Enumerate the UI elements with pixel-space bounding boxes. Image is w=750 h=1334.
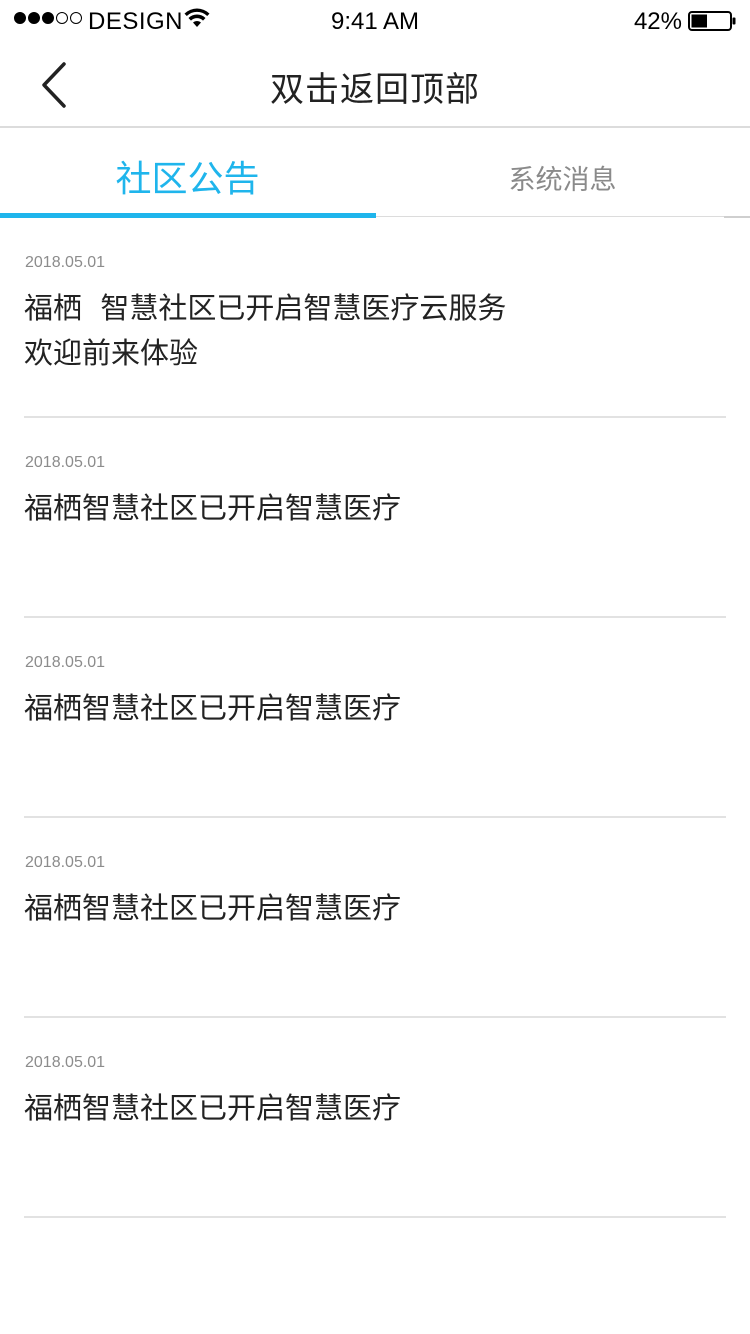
list-item[interactable]: 2018.05.01 福栖智慧社区已开启智慧医疗: [24, 1018, 726, 1218]
nav-bar: 双击返回顶部: [0, 40, 750, 127]
tab-bar-divider: [376, 216, 750, 217]
status-bar: DESIGN 9:41 AM 42%: [0, 0, 750, 40]
list-item[interactable]: 2018.05.01 福栖智慧社区已开启智慧医疗: [24, 418, 726, 618]
list-item[interactable]: 2018.05.01 福栖智慧社区已开启智慧医疗: [24, 618, 726, 818]
tab-label: 社区公告: [115, 159, 260, 200]
list-item[interactable]: 2018.05.01 福栖智慧社区已开启智慧医疗: [24, 818, 726, 1018]
notice-text: 福栖智慧社区已开启智慧医疗: [24, 491, 402, 525]
notice-list: 2018.05.01 福栖 智慧社区已开启智慧医疗云服务 欢迎前来体验 2018…: [0, 218, 750, 1218]
notice-text: 福栖 智慧社区已开启智慧医疗云服务 欢迎前来体验: [24, 291, 516, 370]
notice-date: 2018.05.01: [25, 454, 106, 471]
tab-bar: 社区公告 系统消息: [0, 128, 750, 218]
notice-date: 2018.05.01: [25, 854, 106, 871]
tab-system-message[interactable]: 系统消息: [375, 128, 750, 218]
battery-percent: 42%: [633, 8, 682, 35]
notice-text: 福栖智慧社区已开启智慧医疗: [24, 691, 402, 725]
notice-text: 福栖智慧社区已开启智慧医疗: [24, 1091, 402, 1125]
list-item[interactable]: 2018.05.01 福栖 智慧社区已开启智慧医疗云服务 欢迎前来体验: [24, 218, 726, 418]
battery-icon: [688, 11, 736, 31]
tab-label: 系统消息: [508, 165, 617, 196]
notice-page: DESIGN 9:41 AM 42% 双击返回顶部 社区公告 系统消息 2018…: [0, 0, 750, 1334]
tab-community-notice[interactable]: 社区公告: [0, 128, 375, 218]
notice-date: 2018.05.01: [25, 254, 106, 271]
notice-date: 2018.05.01: [25, 1054, 106, 1071]
notice-date: 2018.05.01: [25, 654, 106, 671]
page-title[interactable]: 双击返回顶部: [0, 62, 750, 111]
notice-text: 福栖智慧社区已开启智慧医疗: [24, 891, 402, 925]
